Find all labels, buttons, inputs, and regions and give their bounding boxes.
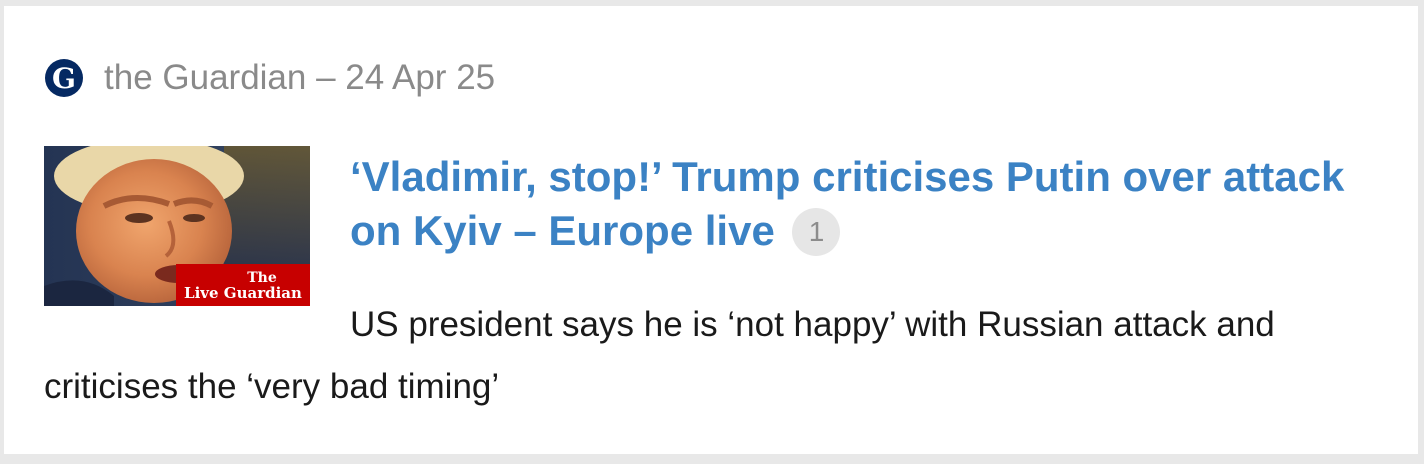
article-thumbnail[interactable]: The Live Guardian bbox=[44, 146, 310, 306]
article-headline-link[interactable]: ‘Vladimir, stop!’ Trump criticises Putin… bbox=[350, 153, 1344, 254]
article-headline: ‘Vladimir, stop!’ Trump criticises Putin… bbox=[350, 150, 1380, 258]
source-and-date: the Guardian – 24 Apr 25 bbox=[104, 58, 496, 97]
article-summary: US president says he is ‘not happy’ with… bbox=[44, 305, 1275, 406]
source-row: G the Guardian – 24 Apr 25 bbox=[44, 58, 495, 98]
news-card: G the Guardian – 24 Apr 25 The Live Guar… bbox=[4, 6, 1418, 454]
guardian-logo-icon: G bbox=[44, 58, 84, 98]
comment-count-badge[interactable]: 1 bbox=[792, 208, 841, 256]
svg-text:G: G bbox=[52, 62, 76, 95]
